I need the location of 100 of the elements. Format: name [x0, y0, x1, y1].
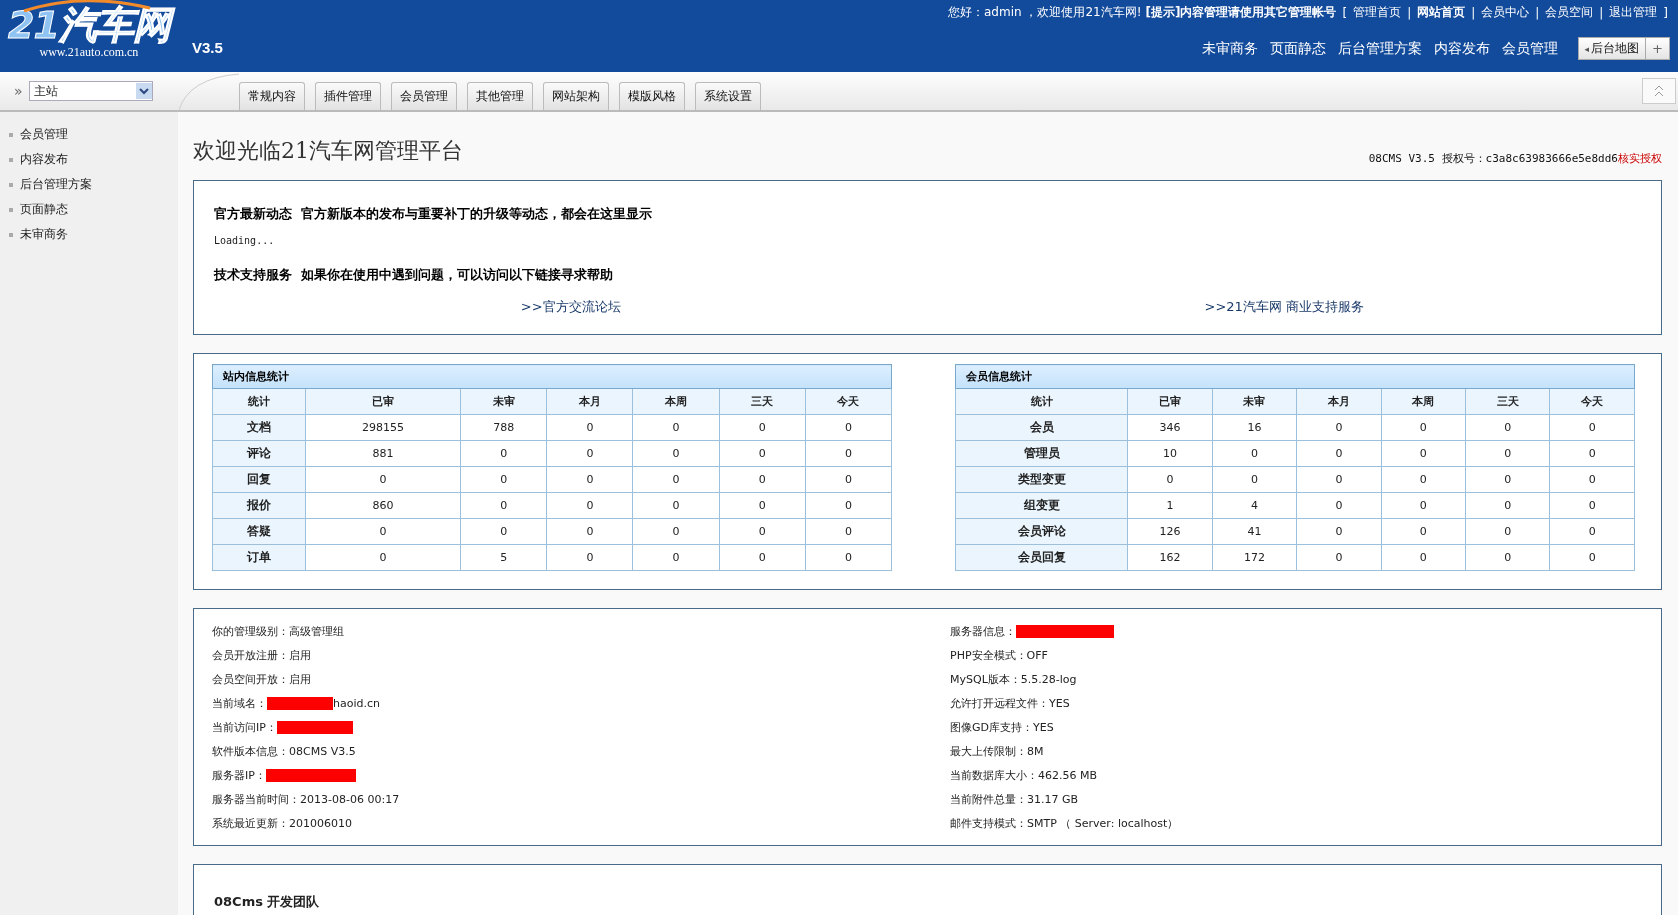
- table-cell: 0: [719, 414, 806, 441]
- info-label: 服务器IP：: [212, 767, 266, 783]
- table-cell: 0: [1381, 492, 1466, 519]
- table-cell: 0: [1549, 544, 1635, 571]
- table-caption: 会员信息统计: [955, 364, 1635, 389]
- info-value: 启用: [289, 671, 311, 687]
- sidebar-item[interactable]: 未审商务: [0, 226, 178, 243]
- support-link[interactable]: >>官方交流论坛: [214, 298, 928, 316]
- row-header: 回复: [212, 466, 306, 493]
- row-header: 会员: [955, 414, 1128, 441]
- support-heading: 技术支持服务 如果你在使用中遇到问题，可以访问以下链接寻求帮助: [214, 266, 615, 284]
- top-link[interactable]: 会员空间: [1545, 4, 1594, 21]
- table-cell: 5: [460, 544, 547, 571]
- table-cell: 0: [805, 414, 892, 441]
- quick-nav-link[interactable]: 会员管理: [1501, 39, 1558, 58]
- quick-nav-link[interactable]: 内容发布: [1433, 39, 1490, 58]
- sidebar-item[interactable]: 页面静态: [0, 201, 178, 218]
- info-value: 462.56 MB: [1038, 768, 1098, 782]
- table-cell: 1: [1127, 492, 1213, 519]
- quick-nav-link[interactable]: 页面静态: [1269, 39, 1326, 58]
- table-cell: 0: [460, 466, 547, 493]
- menu-tab[interactable]: 系统设置: [695, 82, 761, 110]
- table-cell: 0: [1549, 518, 1635, 545]
- info-label: 你的管理级别：: [212, 623, 289, 639]
- table-cell: 0: [1465, 544, 1550, 571]
- add-button[interactable]: +: [1646, 37, 1670, 60]
- sidebar-item[interactable]: 后台管理方案: [0, 176, 178, 193]
- sidebar-item[interactable]: 内容发布: [0, 151, 178, 168]
- info-value: SMTP （ Server: localhost）: [1027, 815, 1179, 831]
- info-value: haoid.cn: [333, 696, 380, 710]
- info-label: 软件版本信息：: [212, 743, 289, 759]
- table-cell: 0: [305, 544, 461, 571]
- row-header: 文档: [212, 414, 306, 441]
- info-value: 31.17 GB: [1027, 792, 1079, 806]
- table-cell: 172: [1212, 544, 1297, 571]
- column-header: 已审: [305, 388, 461, 415]
- column-header: 本周: [1381, 388, 1466, 415]
- row-header: 评论: [212, 440, 306, 467]
- table-cell: 881: [305, 440, 461, 467]
- info-label: PHP安全模式：: [950, 647, 1027, 663]
- table-cell: 298155: [305, 414, 461, 441]
- menu-tab[interactable]: 网站架构: [543, 82, 609, 110]
- table-cell: 0: [1549, 440, 1635, 467]
- table-cell: 0: [719, 492, 806, 519]
- support-link[interactable]: >>21汽车网 商业支持服务: [927, 298, 1641, 316]
- info-label: 当前域名：: [212, 695, 267, 711]
- table-cell: 0: [460, 440, 547, 467]
- table-cell: 0: [632, 492, 720, 519]
- verify-license-link[interactable]: 核实授权: [1618, 152, 1662, 165]
- table-cell: 0: [1296, 466, 1382, 493]
- sidebar-item[interactable]: 会员管理: [0, 126, 178, 143]
- table-cell: 0: [805, 466, 892, 493]
- column-header: 今天: [1549, 388, 1635, 415]
- menu-tab[interactable]: 其他管理: [467, 82, 533, 110]
- site-select[interactable]: 主站: [28, 81, 153, 101]
- table-cell: 0: [1549, 414, 1635, 441]
- menu-tab[interactable]: 模版风格: [619, 82, 685, 110]
- table-cell: 0: [546, 492, 633, 519]
- quick-nav-link[interactable]: 后台管理方案: [1337, 39, 1422, 58]
- info-label: 系统最近更新：: [212, 815, 289, 831]
- table-cell: 0: [805, 492, 892, 519]
- top-link[interactable]: 会员中心: [1481, 4, 1530, 21]
- info-label: 会员空间开放：: [212, 671, 289, 687]
- table-cell: 0: [546, 414, 633, 441]
- info-value: 5.5.28-log: [1020, 672, 1077, 686]
- column-header: 未审: [1212, 388, 1297, 415]
- table-cell: 0: [1465, 492, 1550, 519]
- table-cell: 0: [1212, 466, 1297, 493]
- row-header: 答疑: [212, 518, 306, 545]
- row-header: 类型变更: [955, 466, 1128, 493]
- expand-icon[interactable]: »: [14, 83, 23, 99]
- quick-nav-link[interactable]: 未审商务: [1201, 39, 1258, 58]
- table-cell: 0: [460, 492, 547, 519]
- separator: |: [1535, 5, 1540, 20]
- top-link[interactable]: 退出管理: [1609, 4, 1658, 21]
- version-label: V3.5: [191, 39, 223, 56]
- info-label: 服务器当前时间：: [212, 791, 300, 807]
- column-header: 三天: [1465, 388, 1550, 415]
- table-cell: 0: [546, 466, 633, 493]
- top-link[interactable]: 网站首页: [1417, 4, 1466, 21]
- column-header: 已审: [1127, 388, 1213, 415]
- info-label: 图像GD库支持：: [950, 719, 1033, 735]
- info-value: YES: [1049, 696, 1070, 710]
- table-cell: 0: [632, 414, 720, 441]
- bracket: [: [1342, 5, 1348, 20]
- table-cell: 0: [1212, 440, 1297, 467]
- site-map-button[interactable]: ◂ 后台地图: [1577, 37, 1647, 60]
- table-cell: 41: [1212, 518, 1297, 545]
- row-header: 报价: [212, 492, 306, 519]
- table-cell: 0: [632, 466, 720, 493]
- info-label: 会员开放注册：: [212, 647, 289, 663]
- info-label: 允许打开远程文件：: [950, 695, 1049, 711]
- menu-tab[interactable]: 常规内容: [239, 82, 305, 110]
- top-link[interactable]: 管理首页: [1353, 4, 1402, 21]
- menu-tab[interactable]: 插件管理: [315, 82, 381, 110]
- menu-tab[interactable]: 会员管理: [391, 82, 457, 110]
- table-cell: 0: [1296, 518, 1382, 545]
- site-logo[interactable]: 21汽车网 www.21auto.com.cn: [6, 0, 178, 60]
- license-text: 08CMS V3.5 授权号：c3a8c63983666e5e8dd6核实授权: [1368, 151, 1662, 166]
- info-value: 201006010: [289, 816, 352, 830]
